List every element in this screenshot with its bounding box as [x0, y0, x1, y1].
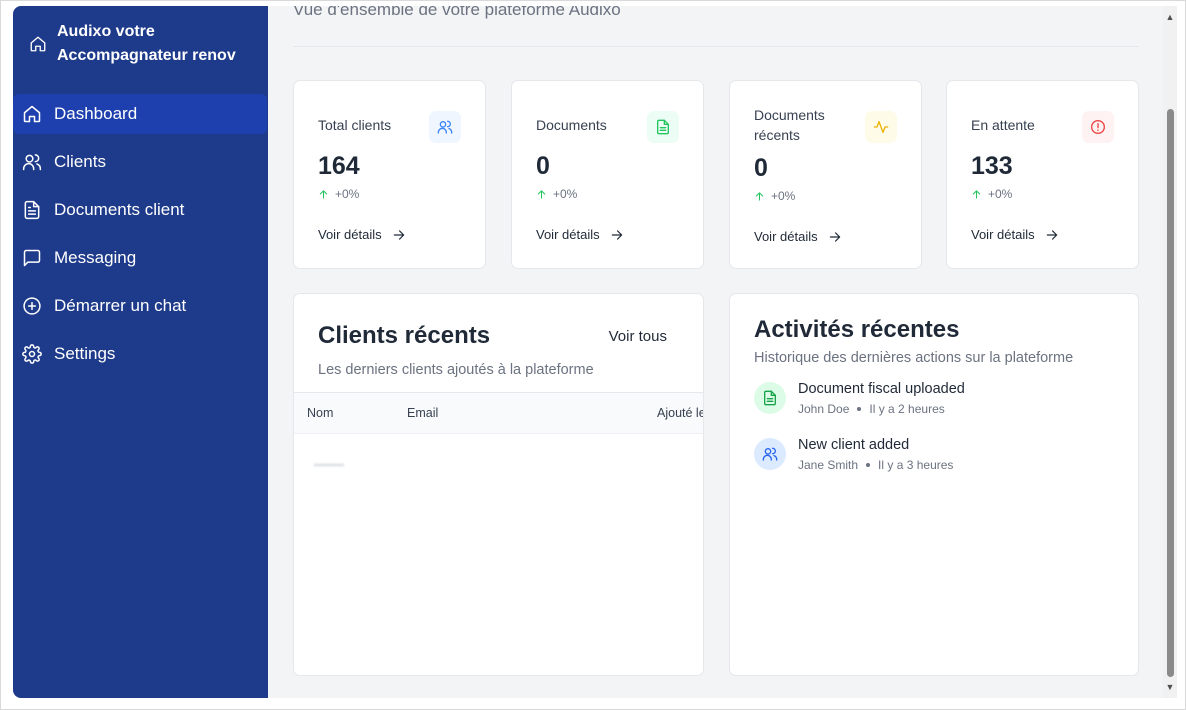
trend-value: +0% — [771, 189, 796, 203]
main-content: Vue d'ensemble de votre plateforme Audix… — [268, 6, 1163, 698]
stat-card-total-clients: Total clients 164 +0% Voir détails — [293, 80, 486, 269]
activity-item[interactable]: Document fiscal uploaded John Doe Il y a… — [754, 381, 965, 416]
sidebar-nav: Dashboard Clients Documents client Messa… — [13, 94, 268, 382]
sidebar-item-messaging[interactable]: Messaging — [13, 238, 268, 278]
stat-trend: +0% — [318, 187, 359, 201]
sidebar-item-label: Clients — [54, 152, 106, 171]
users-icon — [754, 438, 786, 470]
clients-recents-panel: Clients récents Voir tous Les derniers c… — [293, 293, 704, 676]
sidebar-item-demarrer-un-chat[interactable]: Démarrer un chat — [13, 286, 268, 326]
voir-details-link[interactable]: Voir détails — [971, 227, 1059, 242]
activity-time: Il y a 2 heures — [869, 402, 945, 416]
stat-trend: +0% — [971, 187, 1012, 201]
divider — [293, 46, 1139, 47]
clients-table-header: Nom Email Ajouté le — [294, 392, 703, 434]
activity-user: Jane Smith — [798, 458, 859, 472]
stat-title: En attente — [971, 117, 1035, 133]
activity-icon — [865, 111, 897, 143]
arrow-up-icon — [318, 189, 329, 200]
gear-icon — [22, 344, 42, 364]
stat-title: Total clients — [318, 117, 392, 133]
file-text-icon — [22, 200, 42, 220]
voir-details-link[interactable]: Voir détails — [754, 229, 842, 244]
arrow-up-icon — [754, 191, 765, 202]
plus-circle-icon — [22, 296, 42, 316]
activity-title: New client added — [798, 437, 910, 453]
stat-card-documents: Documents 0 +0% Voir détails — [511, 80, 704, 269]
home-icon — [29, 34, 47, 54]
column-header-nom[interactable]: Nom — [307, 406, 333, 420]
file-text-icon — [647, 111, 679, 143]
blurred-row — [314, 464, 344, 466]
stat-trend: +0% — [754, 189, 795, 203]
activity-user: John Doe — [798, 402, 850, 416]
stat-title: Documents récents — [754, 107, 825, 143]
scroll-up-icon[interactable]: ▲ — [1165, 12, 1175, 22]
sidebar-item-label: Démarrer un chat — [54, 296, 187, 315]
activity-time: Il y a 3 heures — [878, 458, 954, 472]
sidebar-item-label: Settings — [54, 344, 116, 363]
trend-value: +0% — [988, 187, 1013, 201]
voir-tous-link[interactable]: Voir tous — [609, 328, 667, 345]
voir-details-link[interactable]: Voir détails — [536, 227, 624, 242]
panel-description: Les derniers clients ajoutés à la platef… — [318, 362, 594, 378]
stat-value: 133 — [971, 152, 1013, 180]
alert-circle-icon — [1082, 111, 1114, 143]
vertical-scrollbar[interactable]: ▲ ▼ — [1163, 6, 1177, 698]
panel-title: Clients récents — [318, 322, 491, 349]
trend-value: +0% — [335, 187, 360, 201]
brand[interactable]: Audixo votre Accompagnateur renov — [29, 20, 259, 68]
brand-name: Audixo votre Accompagnateur renov — [57, 23, 236, 64]
page-subtitle: Vue d'ensemble de votre plateforme Audix… — [293, 6, 621, 19]
panel-description: Historique des dernières actions sur la … — [754, 350, 1074, 366]
file-text-icon — [754, 382, 786, 414]
voir-details-link[interactable]: Voir détails — [318, 227, 406, 242]
arrow-right-icon — [610, 228, 624, 242]
arrow-right-icon — [1045, 228, 1059, 242]
stat-card-documents-recents: Documents récents 0 +0% Voir détails — [729, 80, 922, 269]
link-label: Voir détails — [754, 229, 818, 244]
home-icon — [22, 104, 42, 124]
stat-trend: +0% — [536, 187, 577, 201]
sidebar-item-settings[interactable]: Settings — [13, 334, 268, 374]
link-label: Voir détails — [971, 227, 1035, 242]
stat-title: Documents — [536, 117, 607, 133]
arrow-up-icon — [971, 189, 982, 200]
scroll-down-icon[interactable]: ▼ — [1165, 682, 1175, 692]
browser-window: Audixo votre Accompagnateur renov Dashbo… — [0, 0, 1186, 710]
activity-item[interactable]: New client added Jane Smith Il y a 3 heu… — [754, 437, 953, 472]
users-icon — [429, 111, 461, 143]
column-header-email[interactable]: Email — [407, 406, 438, 420]
activites-recentes-panel: Activités récentes Historique des derniè… — [729, 293, 1139, 676]
arrow-right-icon — [392, 228, 406, 242]
clients-table-body — [294, 434, 703, 675]
sidebar-item-documents-client[interactable]: Documents client — [13, 190, 268, 230]
activity-title: Document fiscal uploaded — [798, 381, 965, 397]
stat-value: 0 — [754, 154, 768, 182]
arrow-right-icon — [828, 230, 842, 244]
sidebar-item-label: Messaging — [54, 248, 137, 267]
message-square-icon — [22, 248, 42, 268]
stat-value: 164 — [318, 152, 360, 180]
sidebar-item-dashboard[interactable]: Dashboard — [13, 94, 267, 134]
sidebar-item-label: Documents client — [54, 200, 185, 219]
sidebar-item-label: Dashboard — [54, 104, 138, 123]
sidebar-item-clients[interactable]: Clients — [13, 142, 268, 182]
trend-value: +0% — [553, 187, 578, 201]
users-icon — [22, 152, 42, 172]
panel-title: Activités récentes — [754, 316, 960, 343]
column-header-ajoute-le[interactable]: Ajouté le — [657, 406, 703, 420]
link-label: Voir détails — [536, 227, 600, 242]
separator-dot — [857, 407, 862, 411]
activity-meta: John Doe Il y a 2 heures — [798, 402, 965, 416]
arrow-up-icon — [536, 189, 547, 200]
link-label: Voir détails — [318, 227, 382, 242]
activity-meta: Jane Smith Il y a 3 heures — [798, 458, 953, 472]
separator-dot — [866, 463, 871, 467]
stat-value: 0 — [536, 152, 550, 180]
stat-card-en-attente: En attente 133 +0% Voir détails — [946, 80, 1139, 269]
sidebar: Audixo votre Accompagnateur renov Dashbo… — [13, 6, 268, 698]
scroll-thumb[interactable] — [1167, 109, 1174, 677]
